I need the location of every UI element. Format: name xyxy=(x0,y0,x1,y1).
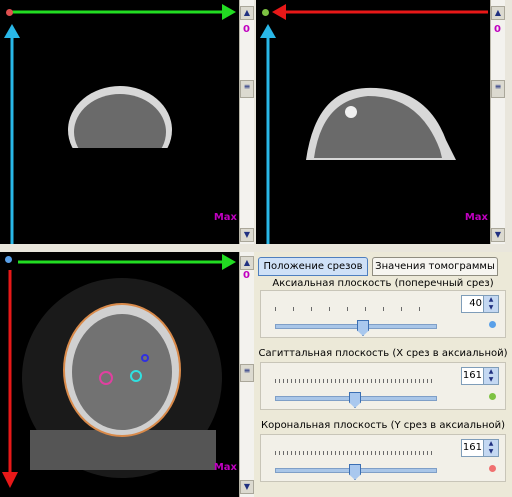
coronal-view[interactable]: Max xyxy=(0,0,239,244)
sagittal-marker-dot xyxy=(262,9,269,16)
axial-color-dot xyxy=(489,321,496,328)
max-label: Max xyxy=(213,462,237,473)
coronal-color-dot xyxy=(489,465,496,472)
axial-value-field[interactable]: 40 ▲ ▼ xyxy=(461,295,499,313)
scroll-thumb[interactable]: ≡ xyxy=(240,80,254,98)
sagittal-value: 161 xyxy=(462,370,482,381)
axial-view[interactable]: Max xyxy=(0,252,239,497)
coronal-value-field[interactable]: 161 ▲ ▼ xyxy=(461,439,499,457)
sagittal-view[interactable]: Max xyxy=(256,0,490,244)
zero-label: 0 xyxy=(243,270,250,281)
spin-arrows-icon[interactable]: ▲ ▼ xyxy=(483,368,498,384)
coronal-group: 161 ▲ ▼ xyxy=(260,434,506,482)
zero-label: 0 xyxy=(494,24,501,35)
scroll-down-button[interactable]: ▼ xyxy=(240,480,254,494)
sagittal-scrollbar[interactable]: ▲ 0 ≡ ▼ xyxy=(490,0,505,244)
axial-image xyxy=(2,254,236,488)
axial-scrollbar[interactable]: ▲ 0 ≡ ▼ xyxy=(239,252,254,497)
coronal-scrollbar[interactable]: ▲ 0 ≡ ▼ xyxy=(239,0,254,244)
axial-value: 40 xyxy=(469,298,482,309)
coronal-image xyxy=(4,4,236,244)
scroll-down-button[interactable]: ▼ xyxy=(240,228,254,242)
tab-tomogram-values[interactable]: Значения томограммы xyxy=(372,257,498,276)
scroll-up-button[interactable]: ▲ xyxy=(240,256,254,270)
sagittal-group: 161 ▲ ▼ xyxy=(260,362,506,410)
sagittal-color-dot xyxy=(489,393,496,400)
coronal-plane-label: Корональная плоскость (Y срез в аксиальн… xyxy=(261,420,505,431)
axial-marker-dot xyxy=(5,256,12,263)
max-label: Max xyxy=(213,212,237,223)
axial-slider-thumb[interactable] xyxy=(357,320,369,336)
coronal-slider-thumb[interactable] xyxy=(349,464,361,480)
axial-plane-label: Аксиальная плоскость (поперечный срез) xyxy=(272,278,494,289)
max-label: Max xyxy=(464,212,488,223)
scroll-thumb[interactable]: ≡ xyxy=(240,364,254,382)
coronal-marker-dot xyxy=(6,9,13,16)
scroll-down-button[interactable]: ▼ xyxy=(491,228,505,242)
sagittal-plane-label: Сагиттальная плоскость (X срез в аксиаль… xyxy=(258,348,508,359)
slice-control-panel: Положение срезов Значения томограммы Акс… xyxy=(254,252,512,497)
axial-group: 40 ▲ ▼ xyxy=(260,290,506,338)
scroll-thumb[interactable]: ≡ xyxy=(491,80,505,98)
axial-slider-track[interactable] xyxy=(275,324,437,329)
sagittal-value-field[interactable]: 161 ▲ ▼ xyxy=(461,367,499,385)
slider-ticks xyxy=(275,451,435,455)
tab-slice-position[interactable]: Положение срезов xyxy=(258,257,368,276)
scroll-up-button[interactable]: ▲ xyxy=(491,6,505,20)
zero-label: 0 xyxy=(243,24,250,35)
spin-arrows-icon[interactable]: ▲ ▼ xyxy=(483,296,498,312)
sagittal-image xyxy=(260,4,488,244)
sagittal-slider-thumb[interactable] xyxy=(349,392,361,408)
scroll-up-button[interactable]: ▲ xyxy=(240,6,254,20)
slider-ticks xyxy=(275,379,435,383)
slider-ticks xyxy=(275,307,435,311)
spin-arrows-icon[interactable]: ▲ ▼ xyxy=(483,440,498,456)
coronal-value: 161 xyxy=(462,442,482,453)
